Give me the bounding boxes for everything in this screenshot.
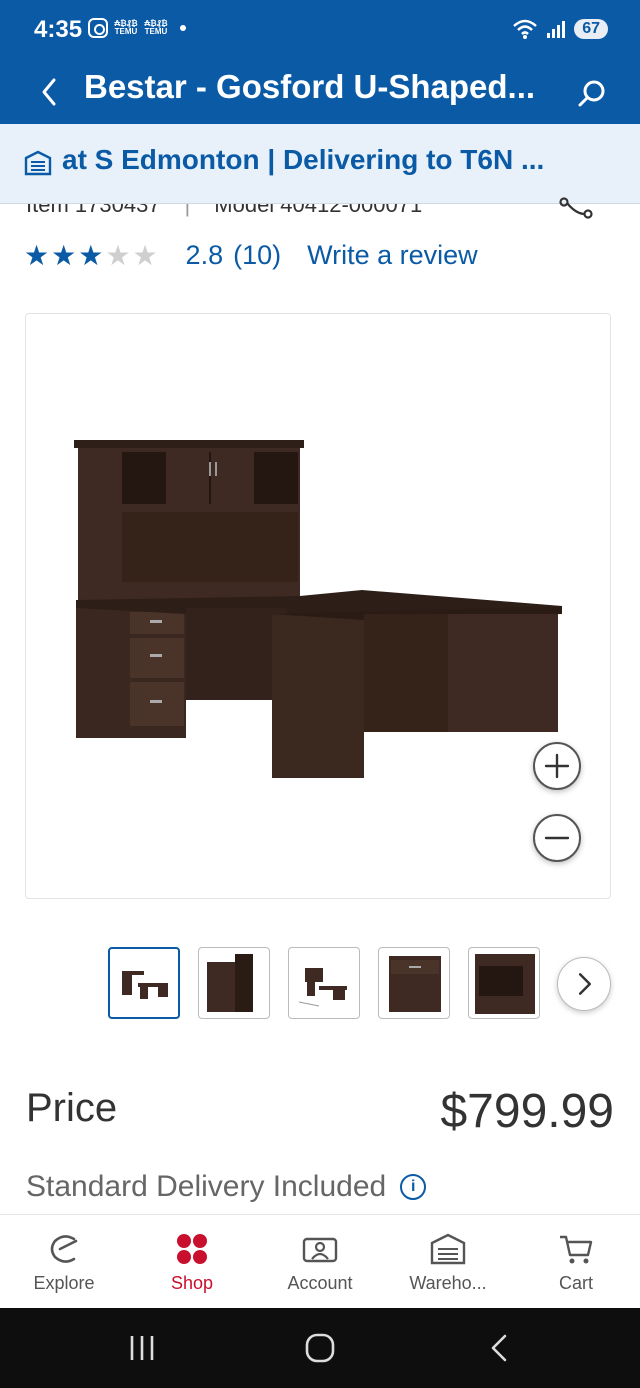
account-icon bbox=[302, 1237, 338, 1263]
thumbnail-4[interactable] bbox=[378, 947, 450, 1019]
recent-apps-button[interactable] bbox=[122, 1330, 162, 1366]
thumb-desk-dimensions bbox=[298, 968, 347, 1007]
warehouse-icon bbox=[430, 1233, 466, 1265]
store-delivery-text[interactable]: at S Edmonton | Delivering to T6N ... bbox=[62, 144, 602, 176]
item-model-row: Item 1730437 | Model 40412-000071 bbox=[26, 204, 586, 218]
explore-icon bbox=[50, 1235, 78, 1263]
thumb-desk-front bbox=[122, 971, 168, 999]
item-number: Item 1730437 bbox=[26, 204, 161, 217]
app-header: Bestar - Gosford U-Shaped... bbox=[0, 62, 640, 124]
desk-illustration bbox=[74, 440, 562, 778]
cart-icon bbox=[560, 1235, 593, 1264]
nav-cart[interactable]: Cart bbox=[512, 1215, 640, 1309]
nav-warehouse[interactable]: Wareho... bbox=[384, 1215, 512, 1309]
location-bar[interactable]: at S Edmonton | Delivering to T6N ... bbox=[0, 124, 640, 204]
delivery-text: Standard Delivery Included bbox=[26, 1170, 387, 1203]
model-number: Model 40412-000071 bbox=[214, 204, 423, 217]
warehouse-icon bbox=[24, 150, 52, 176]
star-empty-icon: ★ bbox=[105, 239, 131, 271]
star-filled-icon: ★ bbox=[78, 239, 104, 271]
nav-explore[interactable]: Explore bbox=[0, 1215, 128, 1309]
thumbnail-2[interactable] bbox=[198, 947, 270, 1019]
nav-label: Wareho... bbox=[409, 1273, 487, 1293]
thumbnail-5[interactable] bbox=[468, 947, 540, 1019]
temu-icon: ₳₿₰₿ TEMU bbox=[144, 19, 168, 36]
home-button[interactable] bbox=[300, 1330, 340, 1366]
system-status-icons: 67 bbox=[512, 18, 608, 40]
delivery-info: Standard Delivery Included i bbox=[26, 1170, 427, 1204]
product-image[interactable] bbox=[25, 313, 611, 899]
zoom-in-button[interactable] bbox=[533, 742, 581, 790]
instagram-icon bbox=[88, 18, 108, 38]
notification-icons: ₳₿₰₿ TEMU ₳₿₰₿ TEMU bbox=[88, 18, 186, 38]
thumb-hutch-doors bbox=[475, 954, 535, 1014]
temu-icon: ₳₿₰₿ TEMU bbox=[114, 19, 138, 36]
back-button[interactable] bbox=[32, 72, 72, 112]
nav-account[interactable]: Account bbox=[256, 1215, 384, 1309]
search-icon[interactable] bbox=[572, 74, 612, 114]
shop-icon bbox=[177, 1234, 207, 1264]
wifi-icon bbox=[513, 19, 538, 39]
divider: | bbox=[184, 204, 191, 217]
system-nav-bar bbox=[0, 1308, 640, 1388]
system-back-button[interactable] bbox=[480, 1330, 520, 1366]
price-label: Price bbox=[26, 1086, 118, 1130]
battery-indicator: 67 bbox=[574, 19, 608, 39]
thumbnail-1[interactable] bbox=[108, 947, 180, 1019]
info-icon[interactable]: i bbox=[400, 1174, 427, 1200]
thumbnail-3[interactable] bbox=[288, 947, 360, 1019]
rating-row: ★ ★ ★ ★ ★ 2.8 (10) Write a review bbox=[24, 240, 478, 271]
review-count[interactable]: (10) bbox=[233, 240, 281, 271]
nav-label: Explore bbox=[33, 1273, 95, 1293]
signal-icon bbox=[547, 21, 566, 38]
thumb-drawer-detail bbox=[389, 956, 441, 1012]
nav-label: Account bbox=[287, 1273, 353, 1293]
price-value: $799.99 bbox=[440, 1085, 614, 1138]
page-title: Bestar - Gosford U-Shaped... bbox=[84, 68, 536, 105]
nav-shop[interactable]: Shop bbox=[128, 1215, 256, 1309]
more-notifications-icon bbox=[180, 25, 186, 31]
zoom-out-button[interactable] bbox=[533, 814, 581, 862]
share-icon[interactable] bbox=[558, 196, 594, 224]
thumb-hutch-detail bbox=[207, 954, 253, 1012]
bottom-nav: Explore Shop Account Wareho... Cart bbox=[0, 1214, 640, 1308]
status-time: 4:35 bbox=[34, 16, 83, 43]
nav-label: Shop bbox=[170, 1273, 214, 1293]
rating-value: 2.8 bbox=[185, 240, 224, 270]
star-rating: ★ ★ ★ ★ ★ bbox=[24, 239, 158, 271]
next-thumbnails-button[interactable] bbox=[557, 957, 611, 1011]
star-filled-icon: ★ bbox=[24, 239, 50, 271]
nav-label: Cart bbox=[558, 1273, 593, 1293]
write-review-link[interactable]: Write a review bbox=[307, 240, 478, 271]
star-empty-icon: ★ bbox=[132, 239, 158, 271]
status-bar: 4:35 ₳₿₰₿ TEMU ₳₿₰₿ TEMU 67 bbox=[0, 0, 640, 62]
star-filled-icon: ★ bbox=[51, 239, 77, 271]
